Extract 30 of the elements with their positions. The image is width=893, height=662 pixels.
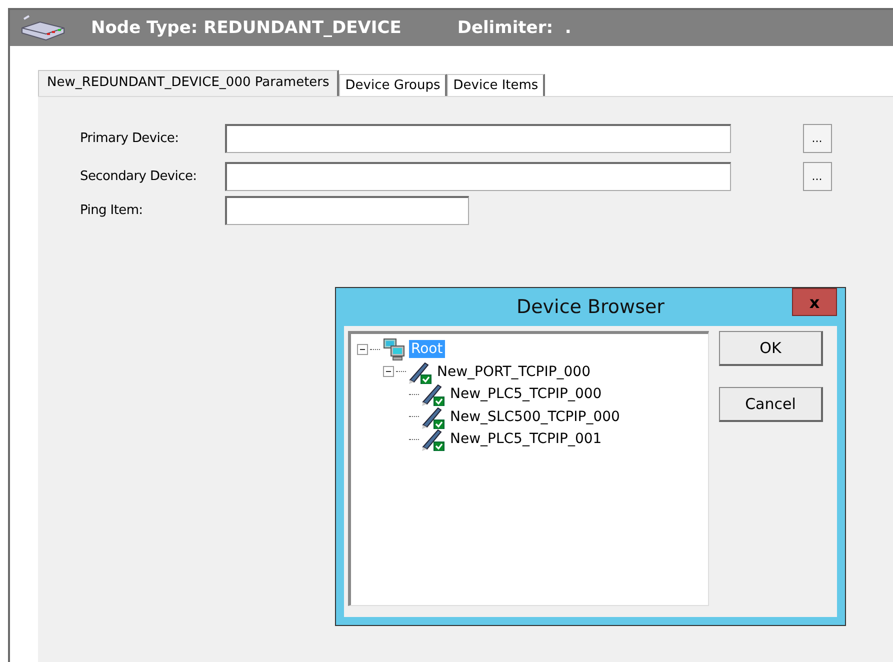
pen-check-icon — [408, 360, 432, 384]
pen-check-icon — [421, 404, 445, 429]
input-field[interactable] — [225, 124, 731, 153]
browse-button[interactable]: ... — [802, 124, 832, 153]
expand-toggle[interactable] — [357, 344, 368, 355]
pen-check-icon — [421, 382, 445, 406]
tree-item[interactable]: New_PLC5_TCPIP_001 — [448, 430, 604, 448]
router-icon — [20, 14, 66, 42]
tree-item[interactable]: New_PORT_TCPIP_000 — [435, 362, 593, 381]
computers-icon — [382, 337, 406, 362]
expand-toggle[interactable] — [383, 366, 394, 378]
tree-item[interactable]: New_PLC5_TCPIP_000 — [448, 385, 604, 404]
field-label: Secondary Device: — [80, 169, 198, 184]
tab[interactable]: Device Groups — [339, 74, 448, 96]
field-label: Primary Device: — [80, 131, 180, 146]
input-field[interactable] — [225, 196, 469, 225]
tab[interactable]: New_REDUNDANT_DEVICE_000 Parameters — [38, 70, 340, 96]
input-field[interactable] — [225, 162, 731, 191]
node-type-label: Node Type: REDUNDANT_DEVICE — [91, 18, 402, 38]
tree-view[interactable]: Root New_PORT_TCPIP_000 New_PLC5_TCPIP_000 New_SLC500_TCPIP_000 New_PLC5_TCPIP_001 — [348, 331, 709, 606]
pen-check-icon — [421, 427, 445, 452]
cancel-button[interactable]: Cancel — [719, 387, 823, 422]
delimiter-label: Delimiter: . — [457, 18, 572, 38]
field-label: Ping Item: — [80, 203, 144, 218]
tab[interactable]: Device Items — [447, 74, 546, 96]
ok-button[interactable]: OK — [719, 331, 823, 366]
tree-item[interactable]: New_SLC500_TCPIP_000 — [448, 408, 622, 426]
browse-button[interactable]: ... — [802, 162, 832, 191]
dialog-title: Device Browser — [516, 296, 664, 318]
close-button[interactable]: x — [792, 288, 837, 316]
